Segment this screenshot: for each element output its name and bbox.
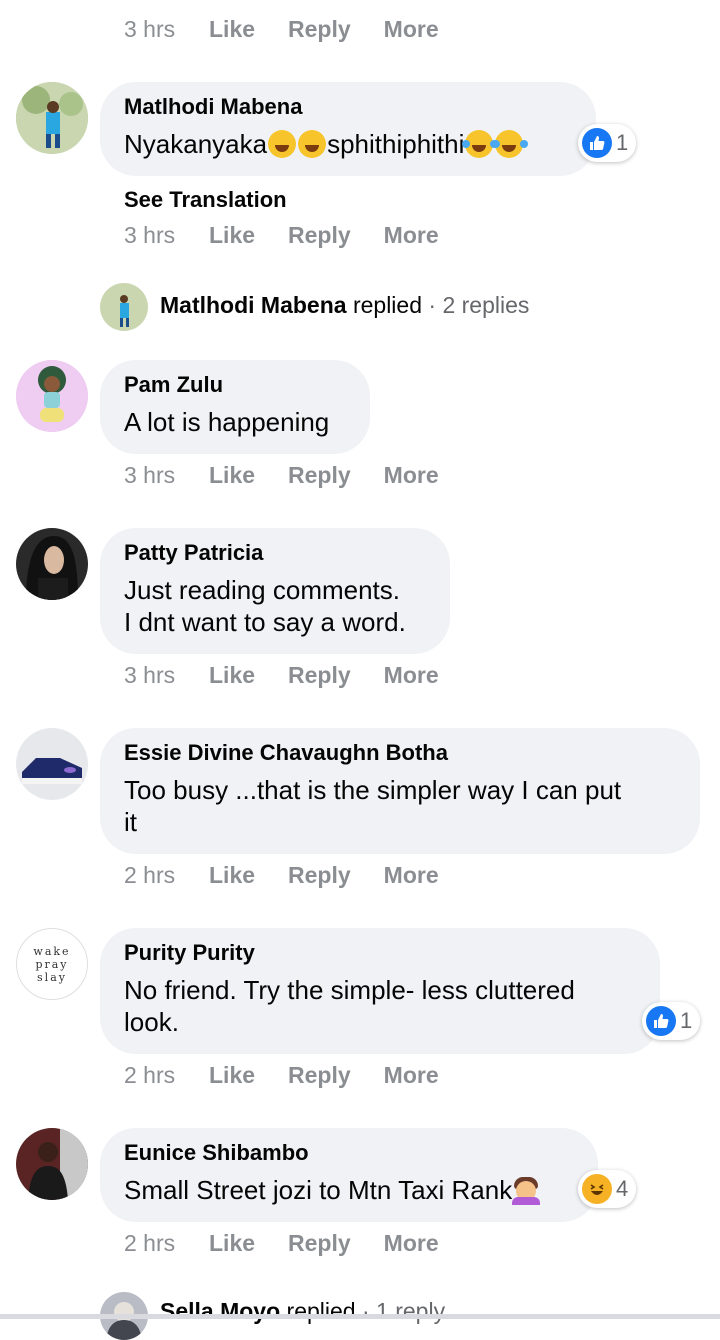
more-button[interactable]: More (384, 222, 439, 249)
reply-count: · 2 replies (428, 292, 530, 318)
comment-text: No friend. Try the simple- less cluttere… (124, 974, 636, 1038)
comment-text-line: it (124, 807, 137, 837)
reaction-count: 1 (680, 1008, 693, 1033)
comment-time: 3 hrs (124, 662, 176, 688)
comment-text-part: Small Street jozi to Mtn Taxi Rank (124, 1175, 513, 1205)
comment-text-line: Just reading comments. (124, 575, 401, 605)
like-button[interactable]: Like (209, 862, 255, 889)
see-translation-link[interactable]: See Translation (124, 187, 287, 213)
comment-meta: 3 hrs Like Reply More (124, 662, 472, 689)
more-button[interactable]: More (384, 16, 439, 43)
comment-bubble[interactable]: Essie Divine Chavaughn Botha Too busy ..… (100, 728, 700, 854)
reaction-summary[interactable]: 4 (578, 1170, 637, 1208)
reaction-count: 1 (616, 130, 629, 155)
avatar[interactable] (16, 728, 88, 800)
reply-button[interactable]: Reply (288, 662, 351, 689)
like-reaction-icon (646, 1006, 676, 1036)
tears-of-joy-emoji-icon (462, 130, 494, 158)
comment-time: 3 hrs (124, 462, 176, 488)
comment-time: 2 hrs (124, 1230, 176, 1256)
comment-text: Small Street jozi to Mtn Taxi Rank (124, 1174, 574, 1206)
reply-author: Matlhodi Mabena (160, 292, 347, 318)
avatar[interactable] (16, 528, 88, 600)
comment-author[interactable]: Patty Patricia (124, 540, 426, 566)
bottom-divider (0, 1314, 720, 1319)
like-button[interactable]: Like (209, 462, 255, 489)
comment-meta: 2 hrs Like Reply More (124, 1230, 472, 1257)
comment-meta: 2 hrs Like Reply More (124, 1062, 472, 1089)
comment-text: Nyakanyaka sphithiphithi (124, 128, 572, 160)
reply-button[interactable]: Reply (288, 1230, 351, 1257)
view-replies-link[interactable]: Matlhodi Mabena replied · 2 replies (160, 292, 529, 319)
comment-text: A lot is happening (124, 407, 330, 437)
comment-bubble[interactable]: Purity Purity No friend. Try the simple-… (100, 928, 660, 1054)
reply-button[interactable]: Reply (288, 222, 351, 249)
comment-text-part: sphithiphithi (327, 129, 465, 159)
reaction-summary[interactable]: 1 (642, 1002, 701, 1040)
comment-author[interactable]: Eunice Shibambo (124, 1140, 574, 1166)
avatar-text: pray (35, 957, 69, 971)
comment-text-part: Nyakanyaka (124, 129, 268, 159)
comment-text-line: No friend. Try the simple- less cluttere… (124, 975, 575, 1005)
avatar[interactable] (16, 1128, 88, 1200)
like-button[interactable]: Like (209, 662, 255, 689)
avatar[interactable] (16, 82, 88, 154)
reply-button[interactable]: Reply (288, 462, 351, 489)
haha-reaction-icon (582, 1174, 612, 1204)
comment-bubble[interactable]: Patty Patricia Just reading comments. I … (100, 528, 450, 654)
rofl-emoji-icon (298, 130, 327, 158)
reply-button[interactable]: Reply (288, 1062, 351, 1089)
comment-time: 2 hrs (124, 1062, 176, 1088)
more-button[interactable]: More (384, 462, 439, 489)
comment-bubble[interactable]: Pam Zulu A lot is happening (100, 360, 370, 454)
tears-of-joy-emoji-icon (492, 130, 524, 158)
avatar[interactable]: wake pray slay (16, 928, 88, 1000)
avatar-text: slay (37, 970, 67, 984)
comment-text-line: Too busy ...that is the simpler way I ca… (124, 775, 622, 805)
comment-text-line: I dnt want to say a word. (124, 607, 406, 637)
comment-time: 3 hrs (124, 16, 176, 42)
like-button[interactable]: Like (209, 222, 255, 249)
facepalm-emoji-icon (512, 1175, 541, 1205)
comment-author[interactable]: Pam Zulu (124, 372, 346, 398)
avatar[interactable] (16, 360, 88, 432)
comment-author[interactable]: Matlhodi Mabena (124, 94, 572, 120)
comment-bubble[interactable]: Matlhodi Mabena Nyakanyaka sphithiphithi (100, 82, 596, 176)
comment-text-line: look. (124, 1007, 179, 1037)
reply-count: · 1 reply (361, 1298, 446, 1324)
view-replies-link[interactable]: Sella Moyo replied · 1 reply (160, 1298, 445, 1325)
reply-button[interactable]: Reply (288, 16, 351, 43)
reply-verb: replied (352, 292, 422, 318)
comment-meta: 2 hrs Like Reply More (124, 862, 472, 889)
comment-meta: 3 hrs Like Reply More (124, 16, 472, 43)
reply-button[interactable]: Reply (288, 862, 351, 889)
avatar-text: wake (33, 944, 71, 958)
reply-verb: replied (286, 1298, 356, 1324)
comment-author[interactable]: Purity Purity (124, 940, 636, 966)
like-button[interactable]: Like (209, 1062, 255, 1089)
comment-text: Too busy ...that is the simpler way I ca… (124, 774, 676, 838)
comment-time: 3 hrs (124, 222, 176, 248)
winking-tongue-emoji-icon (268, 130, 297, 158)
like-button[interactable]: Like (209, 1230, 255, 1257)
reaction-count: 4 (616, 1176, 629, 1201)
more-button[interactable]: More (384, 1062, 439, 1089)
comment-author[interactable]: Essie Divine Chavaughn Botha (124, 740, 676, 766)
reply-author: Sella Moyo (160, 1298, 281, 1324)
like-button[interactable]: Like (209, 16, 255, 43)
comment-bubble[interactable]: Eunice Shibambo Small Street jozi to Mtn… (100, 1128, 598, 1222)
comment-time: 2 hrs (124, 862, 176, 888)
like-reaction-icon (582, 128, 612, 158)
comment-meta: 3 hrs Like Reply More (124, 462, 472, 489)
comment-meta: 3 hrs Like Reply More (124, 222, 472, 249)
comment-text: Just reading comments. I dnt want to say… (124, 574, 426, 638)
more-button[interactable]: More (384, 1230, 439, 1257)
reply-avatar[interactable] (100, 283, 148, 331)
more-button[interactable]: More (384, 662, 439, 689)
reaction-summary[interactable]: 1 (578, 124, 637, 162)
more-button[interactable]: More (384, 862, 439, 889)
